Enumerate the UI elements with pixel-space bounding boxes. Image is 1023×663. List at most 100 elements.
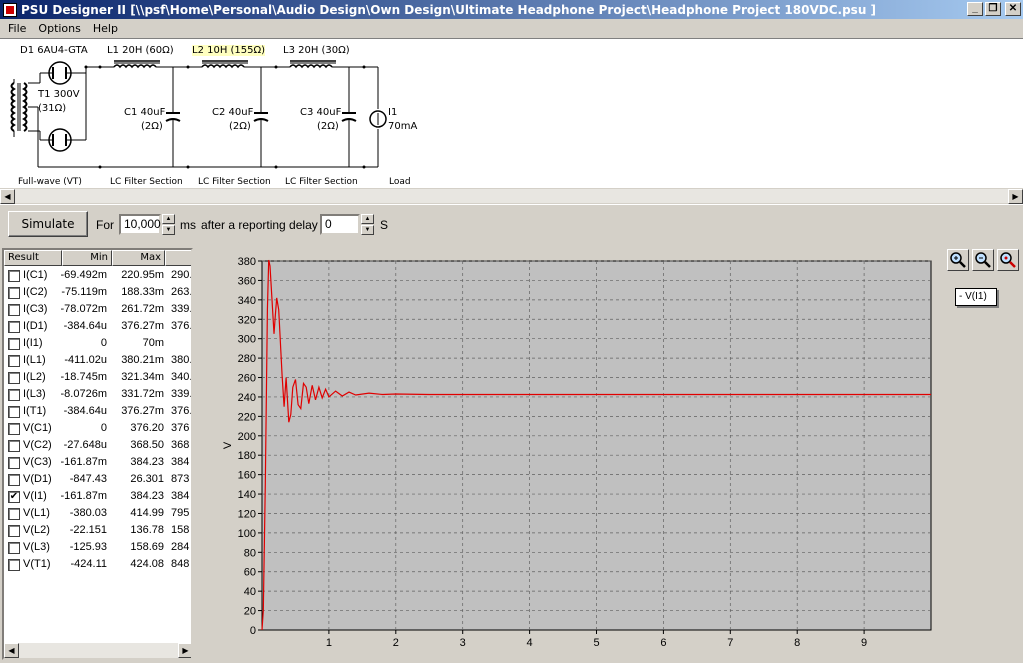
- voltage-chart[interactable]: 0 20 40 60 80 100 120 140 160 180 200 220 240 260 280 3…: [195, 248, 945, 663]
- result-name: I(L3): [23, 388, 46, 400]
- label-c2[interactable]: C2 40uF: [212, 107, 253, 118]
- menu-help[interactable]: Help: [87, 22, 124, 35]
- result-checkbox[interactable]: [8, 270, 20, 282]
- column-min[interactable]: Min: [62, 250, 112, 266]
- x-tick-label: 6: [660, 637, 666, 649]
- result-row[interactable]: I(L2) -18.745m 321.34m 340.: [4, 369, 191, 386]
- zoom-in-icon[interactable]: [947, 249, 969, 271]
- result-row[interactable]: I(D1) -384.64u 376.27m 376.: [4, 318, 193, 335]
- result-checkbox[interactable]: [8, 457, 20, 469]
- section-rectifier[interactable]: Full-wave (VT): [18, 177, 82, 187]
- result-checkbox[interactable]: [8, 338, 20, 350]
- app-window: PSU Designer II [\\psf\Home\Personal\Aud…: [0, 0, 1023, 663]
- result-checkbox[interactable]: [8, 372, 20, 384]
- section-lc-1[interactable]: LC Filter Section: [110, 177, 183, 187]
- menu-options[interactable]: Options: [32, 22, 86, 35]
- minimize-button[interactable]: _: [967, 2, 983, 16]
- result-row[interactable]: V(L3) -125.93 158.69 284: [4, 539, 191, 556]
- result-checkbox[interactable]: [8, 406, 20, 418]
- result-row[interactable]: V(C2) -27.648u 368.50 368: [4, 437, 191, 454]
- label-c3[interactable]: C3 40uF: [300, 107, 341, 118]
- result-checkbox[interactable]: [8, 321, 20, 333]
- chart-legend[interactable]: - V(I1): [955, 288, 997, 306]
- menu-file[interactable]: File: [2, 22, 32, 35]
- result-row[interactable]: I(C3) -78.072m 261.72m 339.: [4, 301, 191, 318]
- label-c1[interactable]: C1 40uF: [124, 107, 165, 118]
- duration-spinner[interactable]: ▲ ▼: [162, 214, 175, 235]
- result-row[interactable]: I(L3) -8.0726m 331.72m 339.: [4, 386, 191, 403]
- result-row[interactable]: I(T1) -384.64u 376.27m 376.: [4, 403, 191, 420]
- y-tick-label: 160: [238, 470, 256, 482]
- result-max: 384.23: [130, 490, 164, 502]
- result-checkbox[interactable]: [8, 355, 20, 367]
- result-checkbox[interactable]: [8, 542, 20, 554]
- label-i1[interactable]: I1: [388, 107, 397, 118]
- result-extra: 284: [171, 541, 190, 553]
- result-checkbox[interactable]: [8, 525, 20, 537]
- result-min: -8.0726m: [60, 388, 107, 400]
- result-extra: 384: [171, 490, 190, 502]
- schematic-hscrollbar[interactable]: ◀ ▶: [0, 188, 1023, 204]
- label-l3[interactable]: L3 20H (30Ω): [283, 45, 350, 56]
- result-checkbox[interactable]: [8, 508, 20, 520]
- result-min: -424.11: [70, 558, 108, 570]
- result-extra: 376.: [171, 320, 193, 332]
- results-hscrollbar[interactable]: ◀ ▶: [4, 643, 191, 658]
- y-tick-label: 280: [238, 353, 256, 365]
- duration-input[interactable]: 10,000: [119, 214, 161, 235]
- zoom-fit-icon[interactable]: [997, 249, 1019, 271]
- schematic-canvas[interactable]: D1 6AU4-GTA T1 300V (31Ω) L1 20H (60Ω) L…: [0, 38, 1023, 188]
- result-checkbox[interactable]: [8, 423, 20, 435]
- result-name: I(C1): [23, 269, 48, 281]
- result-row[interactable]: V(T1) -424.11 424.08 848: [4, 556, 191, 573]
- column-result[interactable]: Result: [4, 250, 62, 266]
- result-checkbox[interactable]: [8, 304, 20, 316]
- delay-spinner[interactable]: ▲ ▼: [361, 214, 374, 235]
- app-icon: [3, 2, 17, 17]
- close-button[interactable]: ✕: [1005, 2, 1021, 16]
- y-tick-label: 380: [238, 256, 256, 268]
- section-lc-3[interactable]: LC Filter Section: [285, 177, 358, 187]
- result-row[interactable]: I(C2) -75.119m 188.33m 263.: [4, 284, 191, 301]
- result-extra: 380.: [171, 354, 193, 366]
- result-max: 136.78: [130, 524, 164, 536]
- result-row[interactable]: I(I1) 0 70m: [4, 335, 191, 352]
- result-name: V(C2): [23, 439, 52, 451]
- section-load[interactable]: Load: [389, 177, 411, 187]
- results-scroll-right-button[interactable]: ▶: [178, 643, 191, 658]
- result-row[interactable]: V(L1) -380.03 414.99 795: [4, 505, 191, 522]
- results-scroll-left-button[interactable]: ◀: [4, 643, 19, 658]
- results-list[interactable]: Result Min Max I(C1) -69.492m 220.95m 290. I…: [2, 248, 193, 660]
- scroll-left-button[interactable]: ◀: [0, 189, 15, 204]
- result-row[interactable]: V(L2) -22.151 136.78 158: [4, 522, 191, 539]
- result-checkbox[interactable]: ✔: [8, 491, 20, 503]
- result-max: 376.27m: [121, 405, 164, 417]
- zoom-out-icon[interactable]: [972, 249, 994, 271]
- label-d1[interactable]: D1 6AU4-GTA: [20, 45, 88, 56]
- label-t1-voltage[interactable]: T1 300V: [38, 89, 80, 100]
- result-min: 0: [100, 337, 107, 349]
- result-row[interactable]: V(C1) 0 376.20 376: [4, 420, 191, 437]
- result-row[interactable]: I(L1) -411.02u 380.21m 380.: [4, 352, 193, 369]
- label-l1[interactable]: L1 20H (60Ω): [107, 45, 174, 56]
- result-checkbox[interactable]: [8, 287, 20, 299]
- label-l2[interactable]: L2 10H (155Ω): [192, 45, 266, 56]
- y-tick-label: 120: [238, 508, 256, 520]
- section-lc-2[interactable]: LC Filter Section: [198, 177, 271, 187]
- result-checkbox[interactable]: [8, 389, 20, 401]
- result-checkbox[interactable]: [8, 440, 20, 452]
- restore-button[interactable]: ❐: [985, 2, 1001, 16]
- column-max[interactable]: Max: [112, 250, 165, 266]
- result-row[interactable]: V(C3) -161.87m 384.23 384: [4, 454, 191, 471]
- result-checkbox[interactable]: [8, 559, 20, 571]
- result-row[interactable]: I(C1) -69.492m 220.95m 290.: [4, 267, 191, 284]
- column-extra[interactable]: [165, 250, 191, 266]
- result-name: V(D1): [23, 473, 52, 485]
- delay-input[interactable]: 0: [320, 214, 360, 235]
- result-row[interactable]: ✔ V(I1) -161.87m 384.23 384: [4, 488, 191, 505]
- result-checkbox[interactable]: [8, 474, 20, 486]
- simulate-button[interactable]: Simulate: [8, 211, 88, 237]
- scroll-right-button[interactable]: ▶: [1008, 189, 1023, 204]
- result-name: I(C2): [23, 286, 48, 298]
- result-row[interactable]: V(D1) -847.43 26.301 873: [4, 471, 191, 488]
